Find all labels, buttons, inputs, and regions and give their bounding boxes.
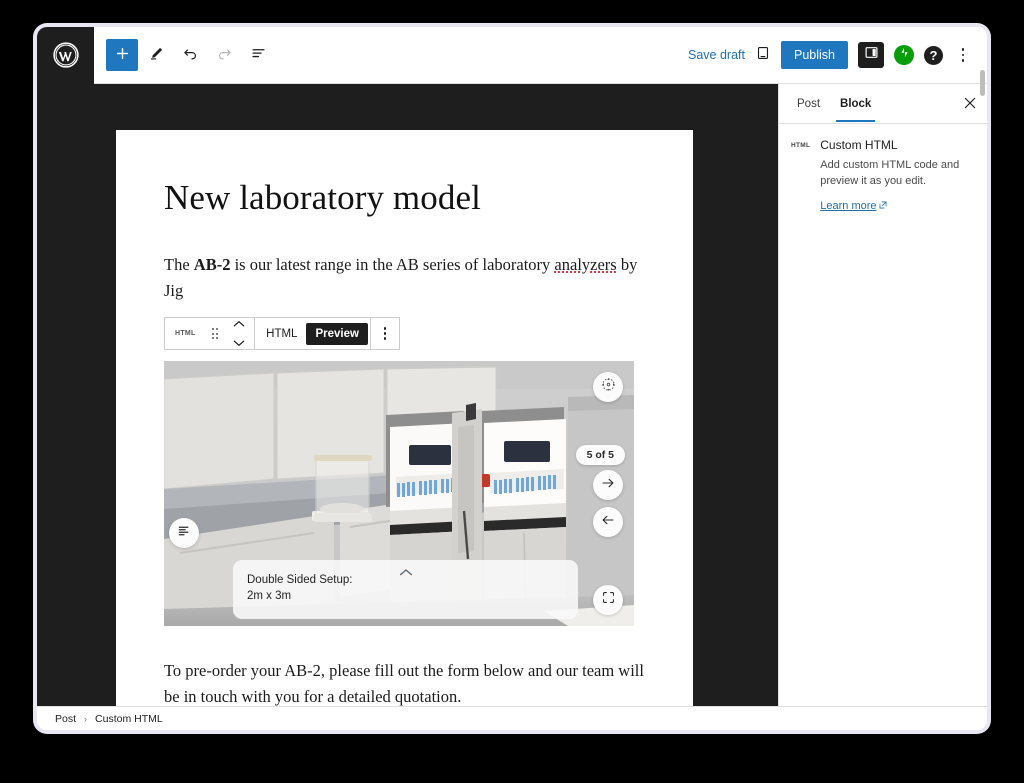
toolbar-right-group: Save draft Publish ? xyxy=(688,41,987,69)
mode-preview-button[interactable]: Preview xyxy=(306,322,368,345)
undo-button[interactable] xyxy=(174,39,206,71)
chevron-up-icon[interactable] xyxy=(233,315,245,333)
post-inner: New laboratory model The AB-2 is our lat… xyxy=(116,130,693,706)
editor-canvas[interactable]: New laboratory model The AB-2 is our lat… xyxy=(37,84,778,706)
breadcrumb-separator: › xyxy=(84,713,88,724)
post-paragraph-1[interactable]: The AB-2 is our latest range in the AB s… xyxy=(164,252,645,303)
jetpack-icon xyxy=(898,46,911,64)
breadcrumb-item-custom-html[interactable]: Custom HTML xyxy=(95,713,163,725)
editor-top-toolbar: Save draft Publish ? xyxy=(37,27,987,84)
mode-html-button[interactable]: HTML xyxy=(257,323,306,345)
settings-sidebar-toggle-button[interactable] xyxy=(858,42,884,68)
chevron-down-icon[interactable] xyxy=(233,334,245,352)
tools-edit-button[interactable] xyxy=(140,39,172,71)
wordpress-logo-icon xyxy=(52,42,79,68)
learn-more-link[interactable]: Learn more xyxy=(820,200,886,212)
arrow-right-icon xyxy=(600,475,616,496)
block-info-text: Custom HTML Add custom HTML code and pre… xyxy=(820,138,973,214)
fullscreen-expand-icon xyxy=(601,590,616,610)
drag-handle-icon[interactable] xyxy=(204,328,227,340)
block-options-group xyxy=(371,318,400,349)
redo-icon xyxy=(216,45,233,65)
browser-window-content: Save draft Publish ? New laboratory mode… xyxy=(37,27,987,730)
device-preview-icon xyxy=(755,45,771,66)
post-content-sheet: New laboratory model The AB-2 is our lat… xyxy=(116,130,693,706)
sidebar-tabs: Post Block xyxy=(779,84,987,124)
external-link-icon xyxy=(879,200,887,212)
viewer-step-counter: 5 of 5 xyxy=(575,445,625,466)
block-options-kebab-icon[interactable] xyxy=(373,327,398,340)
help-button[interactable]: ? xyxy=(924,45,943,65)
breadcrumb: Post › Custom HTML xyxy=(37,706,987,730)
publish-button[interactable]: Publish xyxy=(781,41,848,69)
device-preview-button[interactable] xyxy=(755,45,771,66)
learn-more-label: Learn more xyxy=(820,199,877,212)
block-title: Custom HTML xyxy=(820,138,898,152)
paragraph-1-middle: is our latest range in the AB series of … xyxy=(230,255,555,274)
viewer-next-button[interactable] xyxy=(593,470,623,501)
tab-block[interactable]: Block xyxy=(830,86,881,122)
chevron-up-icon[interactable] xyxy=(399,564,413,582)
undo-icon xyxy=(182,45,199,65)
block-type-group: HTML xyxy=(165,315,256,352)
toolbar-left-group xyxy=(94,39,274,71)
more-options-kebab-icon xyxy=(961,48,965,51)
add-block-button[interactable] xyxy=(106,39,138,71)
annotations-list-icon xyxy=(177,524,191,543)
save-draft-button[interactable]: Save draft xyxy=(688,48,745,62)
scrollbar-thumb[interactable] xyxy=(980,70,985,96)
page-title[interactable]: New laboratory model xyxy=(164,178,645,218)
wordpress-logo-button[interactable] xyxy=(37,27,94,84)
orbit-rotate-icon xyxy=(600,376,617,398)
editor-body: New laboratory model The AB-2 is our lat… xyxy=(37,84,987,706)
viewer-fullscreen-button[interactable] xyxy=(593,585,623,616)
document-outline-button[interactable] xyxy=(242,39,274,71)
jetpack-button[interactable] xyxy=(894,45,914,65)
block-info-row: HTML Custom HTML Add custom HTML code an… xyxy=(791,138,973,214)
close-x-icon xyxy=(964,96,976,112)
html-block-3d-viewer-preview[interactable]: 5 of 5 Double Sided Setup: 2m x 3m xyxy=(164,361,634,627)
redo-button[interactable] xyxy=(208,39,240,71)
html-block-icon: HTML xyxy=(791,142,811,149)
post-paragraph-2[interactable]: To pre-order your AB-2, please fill out … xyxy=(164,658,645,706)
settings-sidebar: Post Block HTML Custom HTML Add custom H… xyxy=(778,84,987,706)
settings-panel-icon xyxy=(864,45,879,65)
paragraph-1-before: The xyxy=(164,255,194,274)
help-question-icon: ? xyxy=(929,47,938,63)
viewer-prev-button[interactable] xyxy=(593,507,623,538)
arrow-left-icon xyxy=(600,512,616,533)
page-scrollbar[interactable] xyxy=(980,30,986,730)
pencil-icon xyxy=(148,45,165,65)
viewer-annotations-button[interactable] xyxy=(169,518,199,549)
tab-post[interactable]: Post xyxy=(787,86,830,121)
browser-window-frame: Save draft Publish ? New laboratory mode… xyxy=(33,23,991,734)
screenshot-root: Save draft Publish ? New laboratory mode… xyxy=(0,0,1024,783)
block-toolbar: HTML HTML Preview xyxy=(164,315,401,352)
block-description: Add custom HTML code and preview it as y… xyxy=(820,159,960,187)
misspelled-word: analyzers xyxy=(554,255,617,274)
viewer-orbit-button[interactable] xyxy=(593,372,623,403)
sidebar-block-inspector: HTML Custom HTML Add custom HTML code an… xyxy=(779,124,987,214)
block-mode-group: HTML Preview xyxy=(255,318,371,350)
viewer-info-dimensions: 2m x 3m xyxy=(247,590,292,603)
editor-options-button[interactable] xyxy=(953,42,973,68)
block-movers xyxy=(226,315,252,352)
viewer-info-panel[interactable]: Double Sided Setup: 2m x 3m xyxy=(233,559,578,620)
paragraph-1-bold: AB-2 xyxy=(193,255,231,274)
html-block-icon[interactable]: HTML xyxy=(167,330,204,337)
plus-icon xyxy=(115,46,130,64)
breadcrumb-item-post[interactable]: Post xyxy=(55,713,76,725)
document-outline-icon xyxy=(250,45,267,65)
